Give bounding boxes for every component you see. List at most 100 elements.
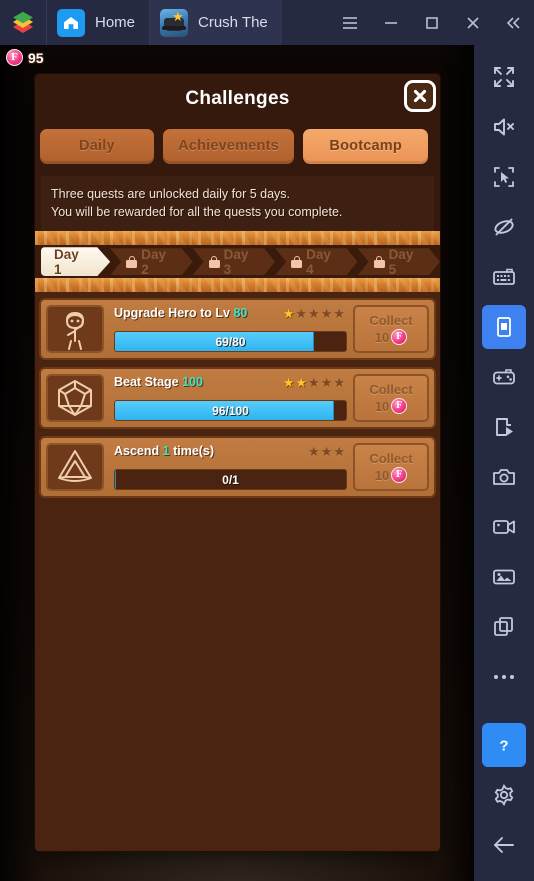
day-track: Day 1 Day 2 Day 3 Day 4 Day 5 [35, 245, 440, 278]
window-controls [329, 0, 534, 45]
click-target-button[interactable] [482, 155, 526, 199]
settings-button[interactable] [482, 773, 526, 817]
ornament-border-bottom [35, 278, 440, 293]
home-icon [57, 8, 85, 37]
close-panel-button[interactable] [404, 80, 436, 112]
collapse-sidebar-button[interactable] [493, 0, 534, 45]
ellipsis-icon [494, 675, 514, 679]
lock-icon [374, 256, 385, 268]
window-titlebar: Home ★ Crush The [0, 0, 534, 45]
macro-recorder-button[interactable] [482, 405, 526, 449]
quest-progress-bar: 96/100 [114, 400, 347, 422]
reward-amount-row: 10 F [374, 467, 408, 484]
day-tab-label: Day 2 [141, 246, 166, 277]
collect-label: Collect [369, 451, 413, 467]
currency-amount: 95 [28, 49, 44, 66]
multi-instance-button[interactable] [482, 605, 526, 649]
day-tab-1[interactable]: Day 1 [41, 247, 110, 276]
quest-progress-bar: 0/1 [114, 469, 347, 491]
more-options-button[interactable] [482, 655, 526, 699]
eye-off-icon [494, 218, 514, 236]
tab-daily[interactable]: Daily [40, 129, 154, 164]
info-line: You will be rewarded for all the quests … [51, 205, 343, 220]
question-mark-icon: ? [499, 738, 508, 755]
star-empty: ★ [320, 374, 333, 390]
collect-label: Collect [369, 382, 413, 398]
quest-star-rating: ★ ★ ★ [308, 445, 347, 458]
window-tab-label: Home [95, 14, 136, 31]
pink-gem-icon: F [6, 49, 23, 66]
window-tab-label: Crush The [198, 14, 268, 31]
day-tab-2[interactable]: Day 2 [110, 248, 192, 275]
day-tab-3[interactable]: Day 3 [193, 248, 275, 275]
progress-label: 69/80 [215, 334, 246, 349]
challenge-tabs: Daily Achievements Bootcamp [35, 117, 440, 164]
star-filled: ★ [282, 305, 295, 321]
bluestacks-logo-icon [0, 0, 46, 45]
quest-row[interactable]: Ascend 1 time(s) ★ ★ ★ 0/1 Collect 10 F [39, 436, 436, 499]
star-empty: ★ [320, 305, 333, 321]
reward-amount: 10 [374, 398, 390, 414]
star-empty: ★ [320, 443, 333, 459]
speaker-mute-icon [494, 118, 514, 136]
day-selector: Day 1 Day 2 Day 3 Day 4 Day 5 [35, 231, 440, 293]
window-tab-game[interactable]: ★ Crush The [149, 0, 282, 45]
challenges-panel: Challenges Daily Achievements Bootcamp T… [35, 74, 440, 851]
image-gallery-icon [493, 569, 515, 585]
quest-details: Ascend 1 time(s) ★ ★ ★ 0/1 [110, 443, 347, 491]
quest-row[interactable]: Upgrade Hero to Lv 80 ★ ★ ★ ★ ★ 69/80 Co… [39, 298, 436, 361]
quest-title: Upgrade Hero to Lv 80 [114, 306, 248, 321]
media-manager-button[interactable] [482, 555, 526, 599]
window-tab-home[interactable]: Home [46, 0, 149, 45]
quest-row[interactable]: Beat Stage 100 ★ ★ ★ ★ ★ 96/100 Collect … [39, 367, 436, 430]
maximize-button[interactable] [411, 0, 452, 45]
quest-title: Ascend 1 time(s) [114, 444, 215, 459]
hero-character-icon [46, 305, 104, 354]
game-viewport[interactable]: F 95 Challenges Daily Achievements Bootc… [0, 45, 474, 881]
close-x-icon [413, 89, 427, 103]
keyboard-icon [493, 268, 515, 285]
star-empty: ★ [333, 374, 345, 390]
record-video-button[interactable] [482, 505, 526, 549]
screenshot-button[interactable] [482, 455, 526, 499]
eye-off-button[interactable] [482, 205, 526, 249]
gamepad-icon [493, 369, 515, 385]
copy-windows-icon [494, 617, 513, 636]
reward-amount: 10 [374, 329, 390, 345]
gamepad-button[interactable] [482, 355, 526, 399]
mute-button[interactable] [482, 105, 526, 149]
star-filled: ★ [295, 374, 308, 390]
fullscreen-button[interactable] [482, 55, 526, 99]
minimize-button[interactable] [370, 0, 411, 45]
day-tab-label: Day 5 [388, 246, 414, 277]
lock-icon [291, 256, 302, 268]
help-button[interactable]: ? [482, 723, 526, 767]
collect-reward-button[interactable]: Collect 10 F [353, 443, 429, 492]
rotate-screen-button[interactable] [482, 305, 526, 349]
gear-icon [494, 784, 514, 806]
bluestacks-window: Home ★ Crush The F 95 Challenges Daily A… [0, 0, 534, 881]
tab-bootcamp[interactable]: Bootcamp [303, 129, 428, 164]
collect-reward-button[interactable]: Collect 10 F [353, 305, 429, 354]
keyboard-controls-button[interactable] [482, 255, 526, 299]
day-tab-4[interactable]: Day 4 [275, 248, 357, 275]
reward-amount: 10 [374, 467, 390, 483]
day-tab-label: Day 1 [54, 246, 79, 277]
tab-achievements[interactable]: Achievements [162, 129, 295, 164]
quest-star-rating: ★ ★ ★ ★ ★ [283, 307, 347, 320]
bluestacks-sidebar: ? [474, 45, 534, 881]
star-empty: ★ [295, 305, 308, 321]
progress-label: 96/100 [212, 403, 249, 418]
collect-reward-button[interactable]: Collect 10 F [353, 374, 429, 423]
back-button[interactable] [482, 823, 526, 867]
close-button[interactable] [452, 0, 493, 45]
pink-gem-icon: F [391, 398, 408, 415]
star-filled: ★ [282, 374, 295, 390]
cursor-target-icon [494, 167, 514, 187]
star-empty: ★ [308, 374, 320, 390]
day-tab-5[interactable]: Day 5 [358, 248, 440, 275]
quest-star-rating: ★ ★ ★ ★ ★ [283, 376, 347, 389]
day-tab-label: Day 4 [306, 246, 331, 277]
menu-button[interactable] [329, 0, 370, 45]
reward-amount-row: 10 F [374, 398, 408, 415]
